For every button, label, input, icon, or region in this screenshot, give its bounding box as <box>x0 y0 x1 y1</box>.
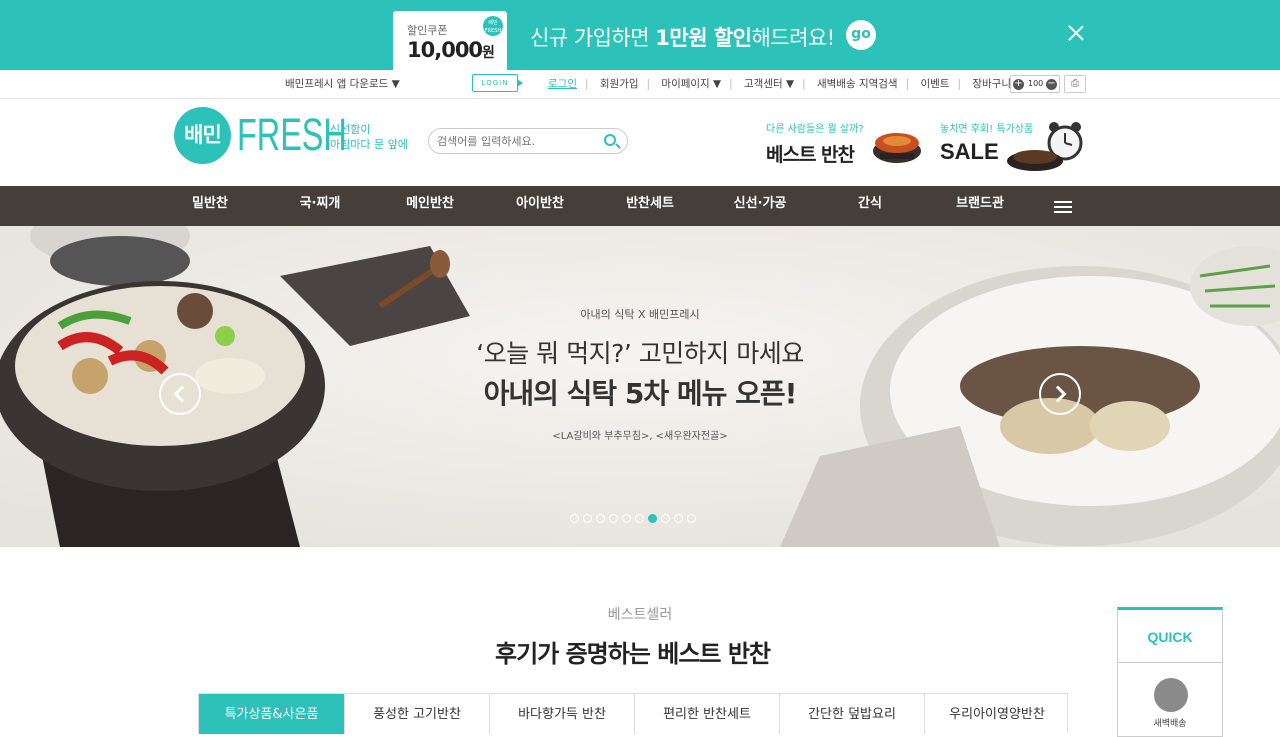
hero-headline-1: ‘오늘 뭐 먹지?’ 고민하지 마세요 <box>476 339 804 368</box>
login-link[interactable]: 로그인 <box>548 76 577 91</box>
tab-seafood[interactable]: 바다향가득 반찬 <box>489 694 634 734</box>
slide-dot[interactable] <box>687 514 696 523</box>
chevron-right-icon <box>1049 385 1067 403</box>
nav-item-soup[interactable]: 국·찌개 <box>265 186 375 226</box>
event-link[interactable]: 이벤트 <box>920 76 949 91</box>
promo-bar: 할인쿠폰 10,000원 배민 FRESH 신규 가입하면 1만원 할인해드려요!… <box>0 0 1280 70</box>
login-badge: LOGIN <box>472 74 523 92</box>
utility-bar: 배민프레시 앱 다운로드 ▼ LOGIN 로그인 | 회원가입 | 마이페이지 ▼ |… <box>0 70 1280 99</box>
customer-center-link[interactable]: 고객센터 ▼ <box>744 76 794 91</box>
hero-caption: <LA갈비와 부추무침>, <새우완자전골> <box>552 431 728 442</box>
slide-dot[interactable] <box>583 514 592 523</box>
tab-rice-bowl[interactable]: 간단한 덮밥요리 <box>779 694 924 734</box>
signup-link[interactable]: 회원가입 <box>600 76 639 91</box>
tab-meat[interactable]: 풍성한 고기반찬 <box>344 694 489 734</box>
category-tabs: 특가상품&사은품 풍성한 고기반찬 바다향가득 반찬 편리한 반찬세트 간단한 … <box>198 693 1069 734</box>
next-slide-button[interactable] <box>1039 373 1081 415</box>
slide-dot[interactable] <box>661 514 670 523</box>
soup-bowl-icon <box>873 133 921 163</box>
slide-dot[interactable] <box>596 514 605 523</box>
print-icon[interactable]: ⎙ <box>1064 75 1086 93</box>
nav-item-brand[interactable]: 브랜드관 <box>925 186 1035 226</box>
promo-message: 신규 가입하면 1만원 할인해드려요! <box>530 26 835 50</box>
coupon-label: 할인쿠폰 <box>407 24 448 37</box>
slide-dot[interactable] <box>622 514 631 523</box>
logo-circle[interactable]: 배민 <box>174 107 231 164</box>
slide-dot[interactable] <box>609 514 618 523</box>
mypage-link[interactable]: 마이페이지 ▼ <box>661 76 721 91</box>
quick-panel: QUICK 새벽배송 <box>1117 607 1223 737</box>
nav-item-dish-set[interactable]: 반찬세트 <box>595 186 705 226</box>
close-icon[interactable] <box>1064 22 1088 46</box>
hero-banner: 아내의 식탁 X 배민프레시 ‘오늘 뭐 먹지?’ 고민하지 마세요 아내의 식… <box>0 226 1280 547</box>
hero-subtitle: 아내의 식탁 X 배민프레시 <box>580 308 700 321</box>
tagline: 신선함이 아침마다 문 앞에 <box>330 123 408 151</box>
main-nav: 밑반찬 국·찌개 메인반찬 아이반찬 반찬세트 신선·가공 간식 브랜드관 <box>0 186 1280 226</box>
search-icon[interactable] <box>604 134 616 146</box>
go-button[interactable]: go <box>846 20 876 50</box>
nav-item-main-dish[interactable]: 메인반찬 <box>375 186 485 226</box>
zoom-out-icon[interactable]: − <box>1046 79 1057 90</box>
coupon-card[interactable]: 할인쿠폰 10,000원 배민 FRESH <box>393 11 507 70</box>
cart-link[interactable]: 장바구니 <box>972 76 1011 91</box>
section-subtitle: 베스트셀러 <box>607 607 673 623</box>
zoom-in-icon[interactable]: + <box>1013 79 1024 90</box>
tab-dish-set[interactable]: 편리한 반찬세트 <box>634 694 779 734</box>
tab-special-offer[interactable]: 특가상품&사은품 <box>199 694 344 734</box>
dawn-delivery-icon[interactable] <box>1154 678 1188 712</box>
dawn-delivery-search-link[interactable]: 새벽배송 지역검색 <box>817 76 898 91</box>
fresh-badge-icon: 배민 FRESH <box>483 16 503 36</box>
nav-item-kids-dish[interactable]: 아이반찬 <box>485 186 595 226</box>
nav-item-snack[interactable]: 간식 <box>815 186 925 226</box>
alarm-clock-dish-icon <box>1007 122 1083 171</box>
quick-item-label[interactable]: 새벽배송 <box>1118 716 1222 729</box>
search-input[interactable] <box>437 133 597 149</box>
hamburger-menu-icon[interactable] <box>1054 201 1072 213</box>
tab-kids-nutrition[interactable]: 우리아이영양반찬 <box>924 694 1069 734</box>
quick-title: QUICK <box>1118 610 1222 663</box>
zoom-value: 100 <box>1028 79 1044 88</box>
slide-dot[interactable] <box>674 514 683 523</box>
search-box <box>428 128 628 154</box>
section-title: 후기가 증명하는 베스트 반찬 <box>494 640 771 668</box>
app-download-link[interactable]: 배민프레시 앱 다운로드 ▼ <box>285 76 400 91</box>
zoom-control: + 100 − <box>1010 75 1060 93</box>
nav-item-side-dish[interactable]: 밑반찬 <box>155 186 265 226</box>
utility-links: 로그인 | 회원가입 | 마이페이지 ▼ | 고객센터 ▼ | 새벽배송 지역검색 | 이… <box>548 76 1011 91</box>
nav-item-fresh[interactable]: 신선·가공 <box>705 186 815 226</box>
slide-dot[interactable] <box>570 514 579 523</box>
coupon-amount: 10,000원 <box>407 38 495 62</box>
chevron-left-icon <box>173 385 191 403</box>
prev-slide-button[interactable] <box>159 373 201 415</box>
slide-dot[interactable] <box>635 514 644 523</box>
slide-dot[interactable] <box>648 514 657 523</box>
